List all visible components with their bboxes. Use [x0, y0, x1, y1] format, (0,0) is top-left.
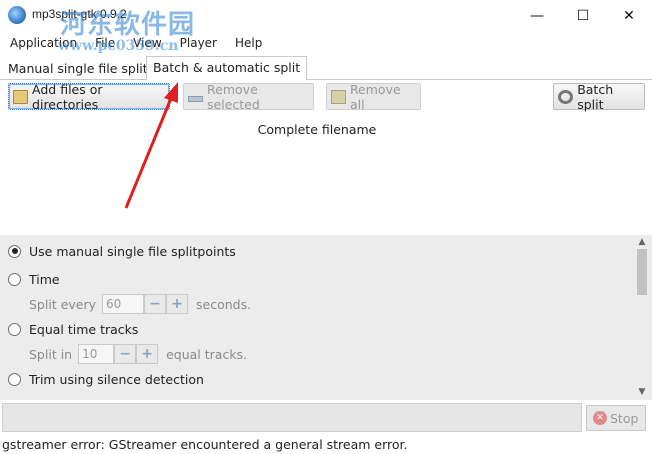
radio-manual[interactable]	[8, 244, 21, 258]
file-list[interactable]: Complete filename	[0, 114, 652, 235]
option-time[interactable]: Time	[8, 269, 60, 289]
tab-bar: Manual single file split Batch & automat…	[0, 56, 652, 81]
equal-tracks-label: equal tracks.	[166, 346, 248, 362]
seconds-label: seconds.	[196, 296, 252, 312]
option-trim-silence-label: Trim using silence detection	[29, 371, 204, 387]
column-header-filename[interactable]: Complete filename	[0, 122, 634, 137]
stop-button[interactable]: ✕ Stop	[586, 405, 646, 431]
app-icon	[8, 6, 26, 24]
title-bar: mp3split-gtk 0.9.2 河东软件园 — ☐ ✕	[0, 0, 652, 40]
split-every-plus-button[interactable]: +	[166, 294, 189, 314]
add-files-label: Add files or directories	[32, 81, 103, 112]
radio-trim-silence[interactable]	[8, 372, 21, 386]
folder-icon	[13, 89, 29, 104]
remove-selected-label: Remove selected	[207, 81, 260, 112]
option-time-label: Time	[29, 271, 60, 287]
status-bar: gstreamer error: GStreamer encountered a…	[2, 437, 408, 452]
gear-icon	[558, 89, 574, 104]
window-title: mp3split-gtk 0.9.2	[32, 7, 127, 21]
menu-file[interactable]: File	[89, 36, 121, 50]
split-in-label: Split in	[29, 346, 73, 362]
progress-bar	[2, 403, 582, 432]
split-in-plus-button[interactable]: +	[136, 344, 159, 364]
option-manual-label: Use manual single file splitpoints	[29, 243, 236, 259]
tab-batch-split[interactable]: Batch & automatic split	[146, 56, 308, 81]
menu-application[interactable]: Application	[4, 36, 83, 50]
remove-all-button[interactable]: Remove all	[326, 81, 421, 112]
options-scrollbar[interactable]: ▲ ▼	[634, 235, 650, 400]
split-in-minus-button[interactable]: −	[114, 344, 137, 364]
scroll-thumb[interactable]	[637, 249, 647, 295]
split-every-row: Split every 60 − + seconds.	[29, 293, 251, 315]
radio-time[interactable]	[8, 272, 21, 286]
menu-player[interactable]: Player	[174, 36, 223, 50]
radio-equal-tracks[interactable]	[8, 322, 21, 336]
tab-manual-split[interactable]: Manual single file split	[2, 58, 154, 80]
remove-selected-button[interactable]: Remove selected	[183, 81, 314, 112]
remove-all-label: Remove all	[349, 81, 401, 112]
split-every-minus-button[interactable]: −	[144, 294, 167, 314]
option-manual[interactable]: Use manual single file splitpoints	[8, 241, 236, 261]
batch-split-label: Batch split	[577, 81, 614, 112]
toolbar: Add files or directories Remove selected…	[0, 80, 652, 114]
clear-icon	[331, 89, 346, 104]
maximize-button[interactable]: ☐	[560, 0, 606, 32]
option-trim-silence[interactable]: Trim using silence detection	[8, 369, 204, 389]
remove-icon	[188, 95, 204, 102]
split-in-row: Split in 10 − + equal tracks.	[29, 343, 247, 365]
add-files-button[interactable]: Add files or directories	[8, 81, 170, 112]
close-button[interactable]: ✕	[606, 0, 652, 32]
option-equal-tracks-label: Equal time tracks	[29, 321, 139, 337]
split-every-input[interactable]: 60	[102, 294, 145, 314]
stop-icon: ✕	[593, 411, 607, 425]
stop-label: Stop	[610, 410, 639, 426]
batch-split-button[interactable]: Batch split	[553, 81, 645, 112]
menu-bar: Application File View Player Help	[0, 32, 652, 54]
option-equal-tracks[interactable]: Equal time tracks	[8, 319, 138, 339]
split-every-label: Split every	[29, 296, 97, 312]
split-options-panel: Use manual single file splitpoints Time …	[0, 235, 652, 400]
menu-help[interactable]: Help	[229, 36, 268, 50]
split-in-input[interactable]: 10	[78, 344, 115, 364]
menu-view[interactable]: View	[127, 36, 167, 50]
scroll-up-icon[interactable]: ▲	[637, 237, 647, 247]
scroll-down-icon[interactable]: ▼	[637, 387, 647, 397]
minimize-button[interactable]: —	[514, 0, 560, 32]
